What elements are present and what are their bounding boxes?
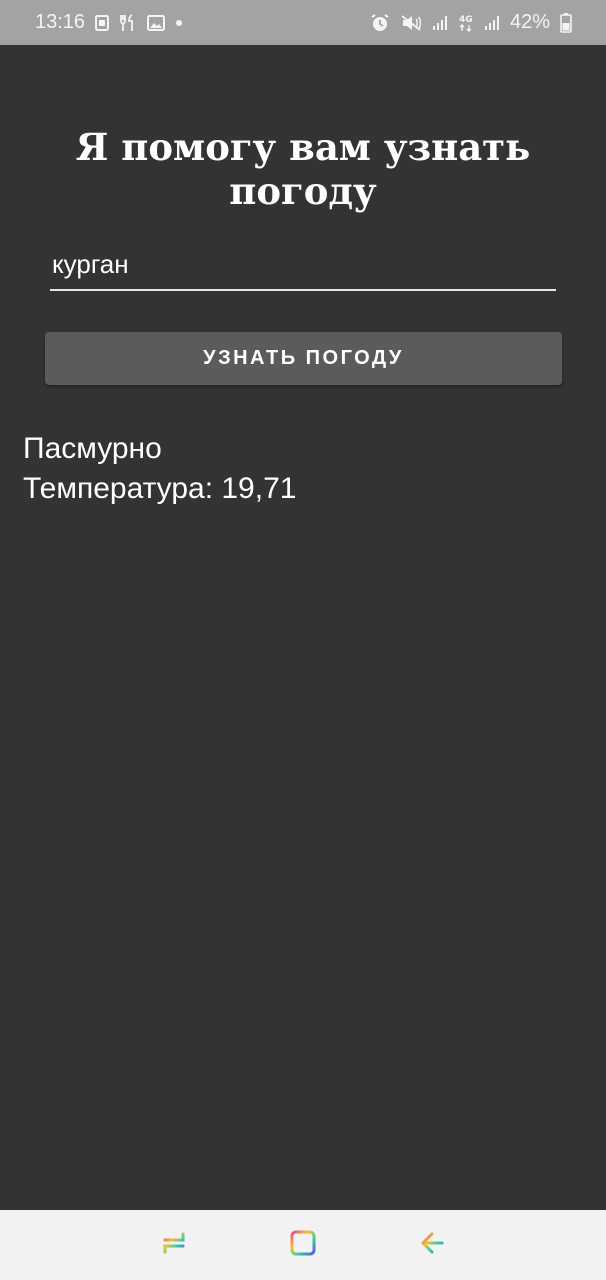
signal-icon: [432, 15, 448, 31]
app-screen: Я помогу вам узнать погоду УЗНАТЬ ПОГОДУ…: [0, 45, 606, 1210]
restaurant-icon: [119, 13, 137, 32]
weather-temperature: Температура: 19,71: [23, 472, 297, 505]
weather-condition: Пасмурно: [23, 432, 162, 465]
home-icon: [288, 1228, 318, 1263]
recents-button[interactable]: [144, 1220, 204, 1270]
status-time: 13:16: [35, 11, 86, 33]
get-weather-button[interactable]: УЗНАТЬ ПОГОДУ: [45, 332, 562, 385]
battery-percentage: 42%: [509, 11, 550, 33]
back-icon: [417, 1228, 447, 1263]
mute-vibrate-icon: [400, 14, 422, 32]
recents-icon: [159, 1228, 189, 1263]
status-bar: 13:16 4G 42%: [0, 0, 606, 45]
status-left: 13:16: [35, 11, 183, 34]
city-input[interactable]: [50, 245, 556, 291]
alarm-icon: [370, 13, 390, 33]
sim-card-icon: [95, 14, 110, 31]
page-title: Я помогу вам узнать погоду: [75, 125, 531, 213]
home-button[interactable]: [273, 1220, 333, 1270]
navigation-bar: [0, 1210, 606, 1280]
dot-icon: [175, 19, 183, 27]
status-right: 4G 42%: [370, 11, 572, 34]
back-button[interactable]: [402, 1220, 462, 1270]
battery-icon: [560, 12, 572, 33]
image-icon: [147, 14, 166, 31]
4g-data-icon: 4G: [458, 13, 474, 33]
svg-text:4G: 4G: [459, 15, 473, 25]
weather-result: Пасмурно Температура: 19,71: [23, 429, 296, 509]
signal-icon: [484, 15, 500, 31]
